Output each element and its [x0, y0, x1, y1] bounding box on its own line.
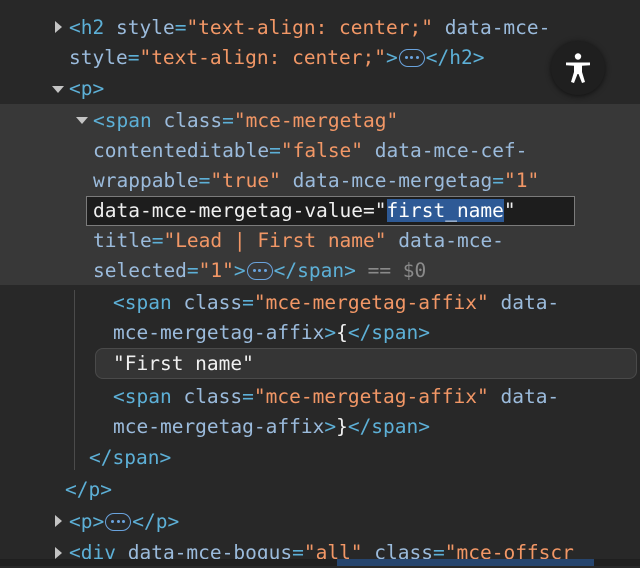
selected-node-marker: == $0: [355, 259, 427, 282]
dom-line-span-attrs-3[interactable]: title="Lead | First name" data-mce-: [93, 226, 504, 256]
dom-line-p-close[interactable]: </p>: [65, 475, 112, 505]
indent-guide: [74, 290, 75, 470]
accessibility-button[interactable]: [551, 41, 605, 95]
selected-text[interactable]: first_name: [386, 199, 504, 222]
dom-line-text-node[interactable]: "First name": [113, 349, 254, 379]
dom-line-span-close[interactable]: </span>: [89, 443, 171, 473]
dom-line-span-attrs-2[interactable]: wrappable="true" data-mce-mergetag="1": [93, 166, 539, 196]
accessibility-person-icon: [566, 53, 590, 83]
dom-line-span-open[interactable]: <span class="mce-mergetag": [93, 106, 398, 136]
attr-style-name: style: [115, 16, 175, 39]
dom-line-span-attrs-1[interactable]: contenteditable="false" data-mce-cef-: [93, 136, 527, 166]
collapse-span-caret-icon[interactable]: [76, 117, 88, 124]
h2-close-tag: </h2>: [425, 46, 485, 69]
dom-line-affix-open-cont[interactable]: mce-mergetag-affix>{</span>: [113, 318, 430, 348]
dom-line-p-open[interactable]: <p>: [69, 74, 104, 104]
horizontal-scrollbar-thumb[interactable]: [337, 559, 594, 566]
dom-line-p-collapsed[interactable]: <p> </p>: [69, 507, 179, 537]
dom-line-affix-close-cont[interactable]: mce-mergetag-affix>}</span>: [113, 412, 430, 442]
dom-line-h2-cont[interactable]: style="text-align: center;"> </h2>: [69, 43, 484, 73]
h2-open-tag: <h2: [69, 16, 105, 39]
dom-line-span-attrs-4[interactable]: selected="1"> </span> == $0: [93, 256, 426, 286]
expand-h2-caret-icon[interactable]: [55, 21, 62, 33]
dom-line-affix-open[interactable]: <span class="mce-mergetag-affix" data-: [113, 288, 559, 318]
attr-style-value: "text-align: center;": [186, 16, 433, 39]
dom-line-h2-open[interactable]: <h2 style="text-align: center;" data-mce…: [69, 13, 550, 43]
collapse-p-caret-icon[interactable]: [52, 86, 64, 93]
ellipsis-icon[interactable]: [246, 262, 273, 280]
attr-data-mce-style-value: "text-align: center;": [139, 46, 386, 69]
ellipsis-icon[interactable]: [398, 49, 425, 67]
dom-line-mergetag-value[interactable]: data-mce-mergetag-value="first_name": [93, 196, 516, 226]
expand-div-caret-icon[interactable]: [55, 547, 62, 559]
dom-line-affix-close[interactable]: <span class="mce-mergetag-affix" data-: [113, 382, 559, 412]
ellipsis-icon[interactable]: [105, 513, 132, 531]
expand-p-caret-icon[interactable]: [55, 515, 62, 527]
attr-data-mce-style-name: data-mce-: [444, 16, 551, 39]
